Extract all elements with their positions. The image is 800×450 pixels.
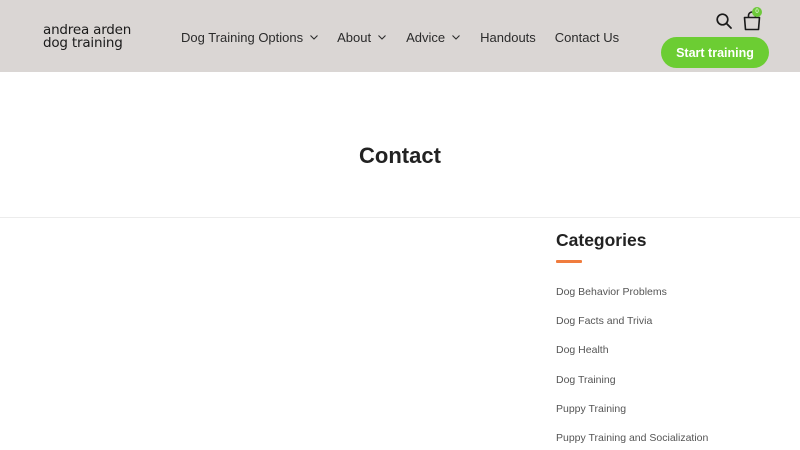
category-link[interactable]: Dog Training (556, 373, 796, 402)
nav-item-contact-us[interactable]: Contact Us (555, 30, 619, 45)
nav-item-about[interactable]: About (337, 30, 387, 45)
content-divider (0, 217, 800, 218)
chevron-down-icon (452, 35, 461, 40)
nav-item-label: Contact Us (554, 29, 620, 45)
cart-count-badge: 0 (752, 7, 762, 17)
site-logo[interactable]: andrea arden dog training (43, 24, 131, 49)
nav-item-label: Advice (406, 29, 446, 45)
chevron-down-icon (378, 35, 386, 40)
category-link[interactable]: Dog Facts and Trivia (556, 314, 796, 343)
page-title: Contact (359, 143, 441, 168)
logo-line-2: dog training (43, 34, 123, 51)
category-link[interactable]: Dog Behavior Problems (556, 285, 796, 314)
nav-item-label: Dog Training Options (181, 29, 304, 45)
nav-item-handouts[interactable]: Handouts (480, 30, 536, 45)
search-icon[interactable] (715, 12, 733, 30)
categories-list: Dog Behavior Problems Dog Facts and Triv… (556, 285, 796, 450)
nav-item-label: About (337, 29, 372, 45)
category-link[interactable]: Puppy Training (556, 402, 796, 431)
nav-item-advice[interactable]: Advice (406, 30, 461, 45)
category-link[interactable]: Puppy Training and Socialization (556, 431, 796, 450)
chevron-down-icon (310, 35, 319, 40)
heading-accent-bar (556, 260, 582, 263)
site-header: andrea arden dog training Dog Training O… (0, 0, 800, 72)
main-nav: Dog Training Options About Advice Handou… (181, 29, 638, 45)
categories-heading: Categories (556, 230, 647, 250)
nav-item-dog-training-options[interactable]: Dog Training Options (181, 30, 319, 45)
nav-item-label: Handouts (480, 29, 536, 45)
sidebar: Categories Dog Behavior Problems Dog Fac… (556, 230, 796, 450)
category-link[interactable]: Dog Health (556, 343, 796, 372)
start-training-button[interactable]: Start training (661, 37, 769, 68)
